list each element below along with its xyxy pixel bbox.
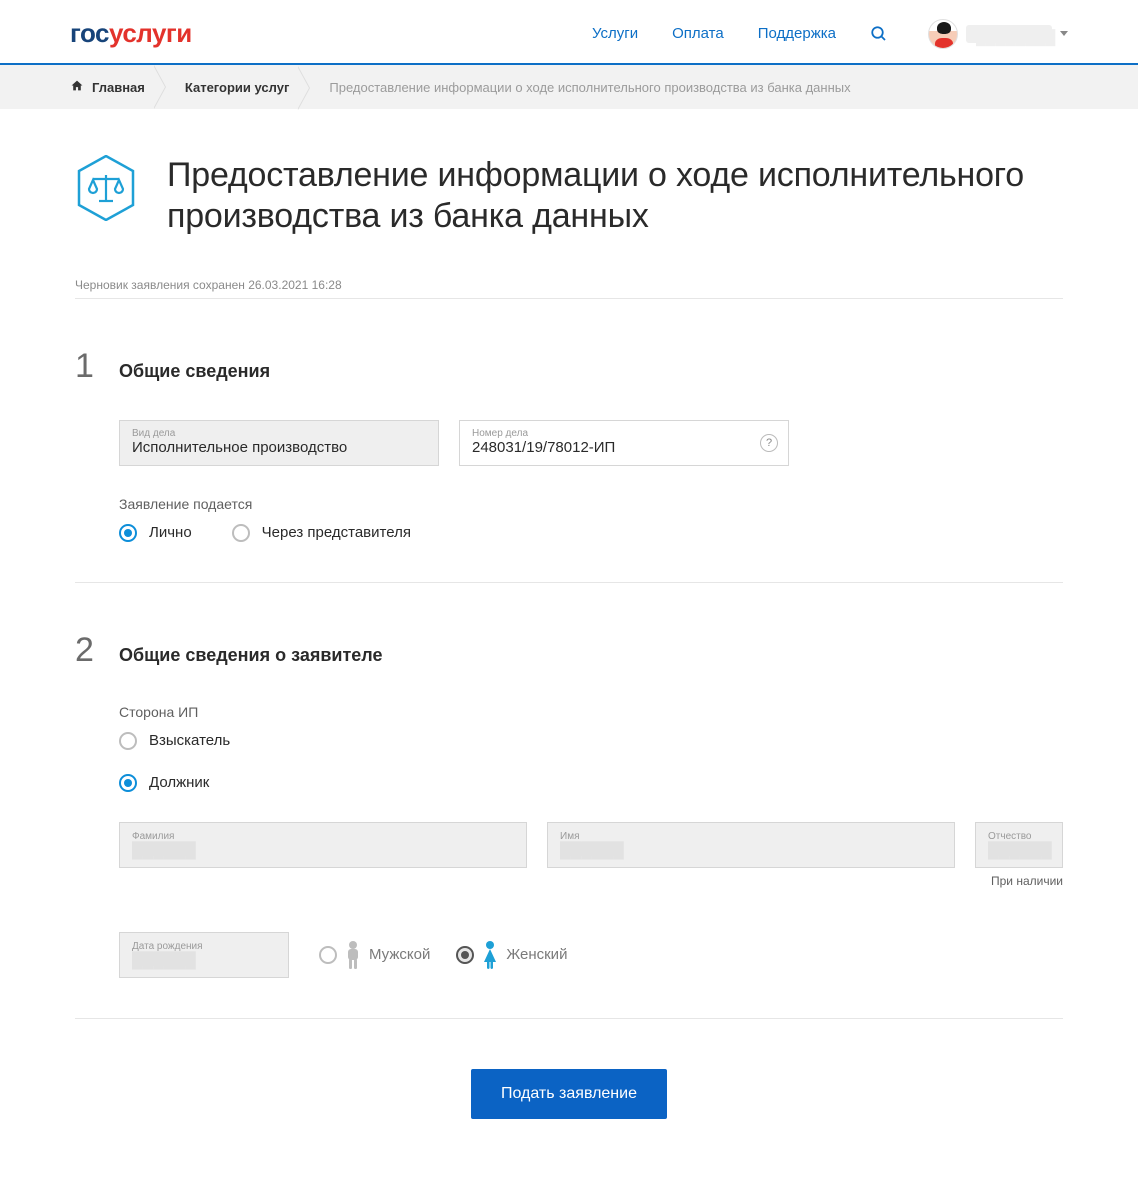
name-value: ██████ [560,842,622,856]
name-label: Имя [560,831,942,842]
container: Предоставление информации о ходе исполни… [65,155,1073,1179]
side-label: Сторона ИП [119,704,1063,720]
patronymic-value: ██████ [988,842,1050,856]
username-label: ████████ [966,25,1052,43]
male-icon [343,940,363,970]
step-number-2: 2 [75,631,97,670]
breadcrumb-current: Предоставление информации о ходе исполни… [309,80,870,95]
gender-row: Мужской Женский [319,940,567,970]
gender-male[interactable]: Мужской [319,940,430,970]
gender-female-label: Женский [506,946,567,963]
logo[interactable]: госуслуги [70,18,192,49]
logo-part-uslugi: услуги [109,18,192,48]
patronymic-label: Отчество [988,831,1050,842]
breadcrumb-categories-link[interactable]: Категории услуг [185,80,290,95]
radio-debtor[interactable]: Должник [119,774,1063,792]
logo-part-gos: гос [70,18,109,48]
nav-payment-link[interactable]: Оплата [672,25,724,42]
radio-icon [119,732,137,750]
section-head: 1 Общие сведения [75,347,1063,386]
breadcrumb-categories[interactable]: Категории услуг [165,80,310,95]
title-row: Предоставление информации о ходе исполни… [75,155,1063,238]
section-applicant: 2 Общие сведения о заявителе Сторона ИП … [75,631,1063,1019]
filed-by-label: Заявление подается [119,496,1063,512]
user-menu[interactable]: ████████ [928,19,1068,49]
nav-support-link[interactable]: Поддержка [758,25,836,42]
radio-icon [456,946,474,964]
avatar-icon [928,19,958,49]
search-icon[interactable] [870,25,888,43]
female-icon [480,940,500,970]
name-field: Имя ██████ [547,822,955,868]
surname-value: ██████ [132,842,194,856]
dob-label: Дата рождения [132,941,276,952]
gender-female[interactable]: Женский [456,940,567,970]
submit-button[interactable]: Подать заявление [471,1069,667,1119]
case-type-label: Вид дела [132,428,426,439]
scales-icon [75,155,137,224]
case-number-label: Номер дела [472,428,776,439]
home-icon [70,79,84,95]
section-title-1: Общие сведения [119,361,270,382]
case-type-field: Вид дела Исполнительное производство [119,420,439,466]
nav-services-link[interactable]: Услуги [592,25,638,42]
dob-value: ██████ [132,952,194,966]
radio-creditor[interactable]: Взыскатель [119,732,1063,750]
radio-icon [232,524,250,542]
radio-personally[interactable]: Лично [119,524,192,542]
radio-personally-label: Лично [149,524,192,541]
header: госуслуги Услуги Оплата Поддержка ██████… [0,0,1138,65]
radio-via-representative-label: Через представителя [262,524,411,541]
patronymic-hint: При наличии [975,874,1063,888]
radio-icon [119,774,137,792]
chevron-down-icon [1060,31,1068,36]
submit-row: Подать заявление [75,1069,1063,1119]
help-icon[interactable]: ? [760,434,778,452]
radio-icon [319,946,337,964]
step-number-1: 1 [75,347,97,386]
breadcrumb: Главная Категории услуг Предоставление и… [0,65,1138,109]
radio-via-representative[interactable]: Через представителя [232,524,411,542]
case-number-value: 248031/19/78012-ИП [472,439,776,456]
breadcrumb-home[interactable]: Главная [70,79,165,95]
section-general: 1 Общие сведения Вид дела Исполнительное… [75,347,1063,583]
draft-saved-note: Черновик заявления сохранен 26.03.2021 1… [75,278,1063,299]
case-type-value: Исполнительное производство [132,439,426,456]
case-number-field[interactable]: Номер дела 248031/19/78012-ИП ? [459,420,789,466]
radio-icon [119,524,137,542]
patronymic-field: Отчество ██████ [975,822,1063,868]
breadcrumb-home-link[interactable]: Главная [92,80,145,95]
page-title: Предоставление информации о ходе исполни… [167,155,1063,238]
gender-male-label: Мужской [369,946,430,963]
surname-label: Фамилия [132,831,514,842]
radio-debtor-label: Должник [149,774,209,791]
section-title-2: Общие сведения о заявителе [119,645,383,666]
surname-field: Фамилия ██████ [119,822,527,868]
radio-creditor-label: Взыскатель [149,732,230,749]
dob-field: Дата рождения ██████ [119,932,289,978]
navbar: Услуги Оплата Поддержка [592,25,888,43]
